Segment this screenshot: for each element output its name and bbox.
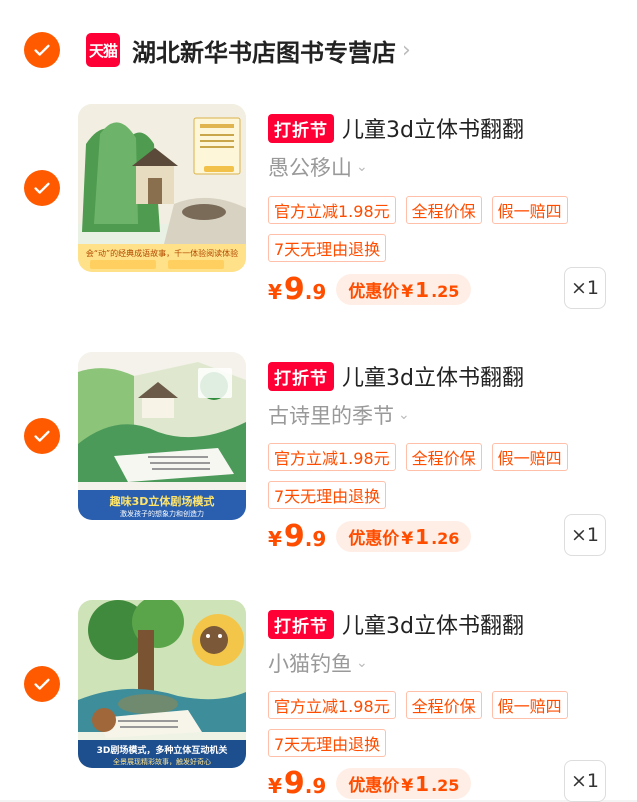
- quantity-button[interactable]: ×1: [564, 267, 606, 309]
- variant-label: 小猫钓鱼: [268, 652, 352, 676]
- item-select-checkbox[interactable]: [24, 666, 60, 702]
- checkmark-icon: [34, 430, 50, 442]
- item-title[interactable]: 儿童3d立体书翻翻: [342, 608, 524, 640]
- store-select-checkbox[interactable]: [24, 32, 60, 68]
- product-image[interactable]: 3D剧场模式，多种立体互动机关 全景展现精彩故事，触发好奇心: [78, 600, 246, 768]
- tag-discount: 官方立减1.98元: [268, 196, 396, 224]
- discount-price-pill: 优惠价 ¥1.26: [336, 521, 472, 552]
- service-tags-row2: 7天无理由退换: [268, 729, 387, 757]
- chevron-right-icon[interactable]: ›: [402, 38, 411, 63]
- tag-fake-compensate: 假一赔四: [491, 443, 568, 471]
- variant-selector[interactable]: 古诗里的季节 ⌄: [268, 400, 410, 430]
- item-title[interactable]: 儿童3d立体书翻翻: [342, 360, 524, 392]
- book-poems-image: 趣味3D立体剧场模式 激发孩子的想象力和创造力: [78, 352, 246, 520]
- quantity-button[interactable]: ×1: [564, 514, 606, 556]
- tmall-badge-icon: 天猫: [86, 33, 120, 67]
- item-select-checkbox[interactable]: [24, 170, 60, 206]
- item-title-row[interactable]: 打折节 儿童3d立体书翻翻: [268, 608, 524, 640]
- checkmark-icon: [34, 44, 50, 56]
- tag-discount: 官方立减1.98元: [268, 691, 396, 719]
- promo-tag: 打折节: [268, 609, 334, 639]
- cart-store-card: 天猫 湖北新华书店图书专营店 › 会“动”的经典成语故事，千一体验阅读体验 打折…: [0, 0, 637, 802]
- variant-label: 古诗里的季节: [268, 404, 394, 428]
- image-subcaption: 全景展现精彩故事，触发好奇心: [113, 757, 211, 766]
- tag-fake-compensate: 假一赔四: [491, 196, 568, 224]
- item-title[interactable]: 儿童3d立体书翻翻: [342, 112, 524, 144]
- book-yugong-image: 会“动”的经典成语故事，千一体验阅读体验: [78, 104, 246, 272]
- item-select-checkbox[interactable]: [24, 418, 60, 454]
- checkmark-icon: [34, 678, 50, 690]
- tag-price-protect: 全程价保: [405, 196, 482, 224]
- quantity-button[interactable]: ×1: [564, 760, 606, 802]
- tag-return: 7天无理由退换: [268, 729, 387, 757]
- image-subcaption: 激发孩子的想象力和创造力: [120, 509, 204, 518]
- service-tags-row2: 7天无理由退换: [268, 234, 387, 262]
- service-tags: 官方立减1.98元 全程价保 假一赔四: [268, 196, 568, 224]
- chevron-down-icon: ⌄: [356, 655, 368, 671]
- image-caption: 会“动”的经典成语故事，千一体验阅读体验: [86, 248, 238, 258]
- chevron-down-icon: ⌄: [398, 407, 410, 423]
- variant-selector[interactable]: 愚公移山 ⌄: [268, 152, 368, 182]
- tag-return: 7天无理由退换: [268, 234, 387, 262]
- image-caption: 趣味3D立体剧场模式: [109, 494, 215, 508]
- price-row: ¥9.9 优惠价 ¥1.26: [268, 519, 472, 554]
- book-kitten-fishing-image: 3D剧场模式，多种立体互动机关 全景展现精彩故事，触发好奇心: [78, 600, 246, 768]
- image-caption: 3D剧场模式，多种立体互动机关: [97, 744, 228, 756]
- tag-price-protect: 全程价保: [405, 691, 482, 719]
- store-header[interactable]: 天猫 湖北新华书店图书专营店 ›: [86, 30, 411, 70]
- item-title-row[interactable]: 打折节 儿童3d立体书翻翻: [268, 360, 524, 392]
- service-tags: 官方立减1.98元 全程价保 假一赔四: [268, 443, 568, 471]
- promo-tag: 打折节: [268, 113, 334, 143]
- tag-discount: 官方立减1.98元: [268, 443, 396, 471]
- price: ¥9.9: [268, 272, 327, 307]
- tag-return: 7天无理由退换: [268, 481, 387, 509]
- store-name[interactable]: 湖北新华书店图书专营店: [132, 33, 396, 68]
- product-image[interactable]: 会“动”的经典成语故事，千一体验阅读体验: [78, 104, 246, 272]
- discount-price-pill: 优惠价 ¥1.25: [336, 768, 472, 799]
- service-tags-row2: 7天无理由退换: [268, 481, 387, 509]
- tag-fake-compensate: 假一赔四: [491, 691, 568, 719]
- price: ¥9.9: [268, 519, 327, 554]
- service-tags: 官方立减1.98元 全程价保 假一赔四: [268, 691, 568, 719]
- tag-price-protect: 全程价保: [405, 443, 482, 471]
- discount-price-pill: 优惠价 ¥1.25: [336, 274, 472, 305]
- price-row: ¥9.9 优惠价 ¥1.25: [268, 766, 472, 801]
- checkmark-icon: [34, 182, 50, 194]
- chevron-down-icon: ⌄: [356, 159, 368, 175]
- price-row: ¥9.9 优惠价 ¥1.25: [268, 272, 472, 307]
- product-image[interactable]: 趣味3D立体剧场模式 激发孩子的想象力和创造力: [78, 352, 246, 520]
- variant-selector[interactable]: 小猫钓鱼 ⌄: [268, 648, 368, 678]
- variant-label: 愚公移山: [268, 156, 352, 180]
- item-title-row[interactable]: 打折节 儿童3d立体书翻翻: [268, 112, 524, 144]
- promo-tag: 打折节: [268, 361, 334, 391]
- price: ¥9.9: [268, 766, 327, 801]
